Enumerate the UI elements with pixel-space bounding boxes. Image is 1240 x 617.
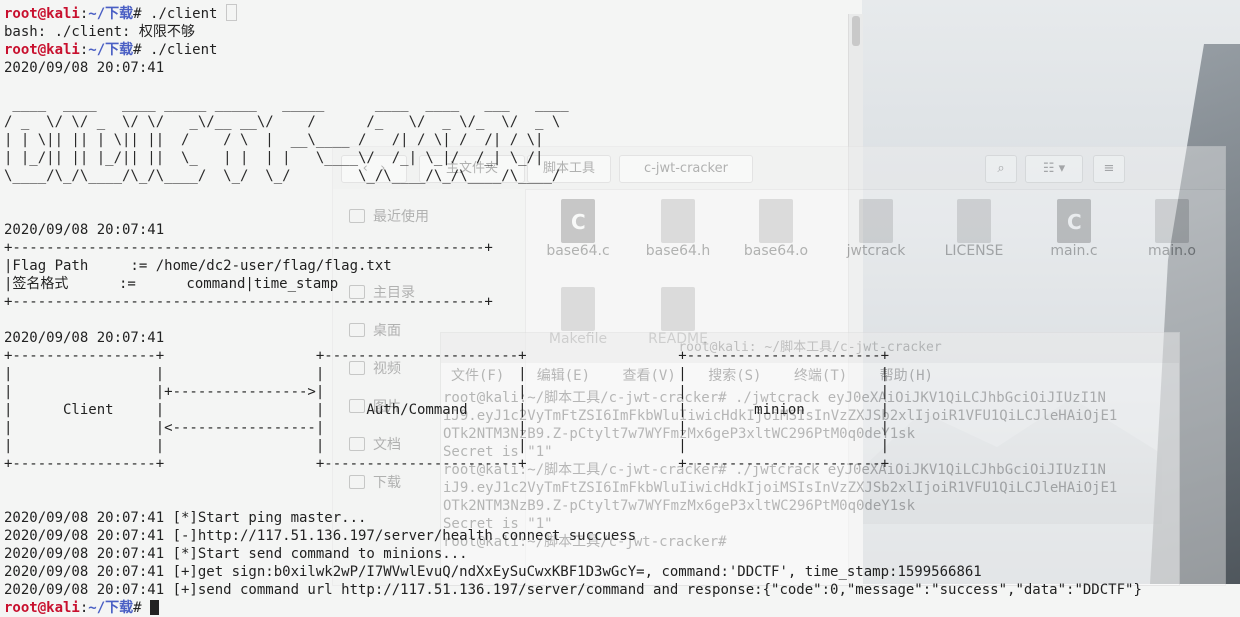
- command-text: ./client: [150, 42, 218, 58]
- ascii-banner-line: ____ ____ ____ _____ _____ _____ ____ __…: [4, 96, 578, 112]
- table-border: +---------------------------------------…: [4, 294, 493, 310]
- ascii-banner-line: | | \|| || | \|| || / / \ | __\____ / /|…: [4, 132, 544, 148]
- log-line: 2020/09/08 20:07:41 [*]Start send comman…: [4, 546, 468, 562]
- prompt-hash: #: [133, 600, 151, 616]
- prompt-user: root@kali: [4, 6, 80, 22]
- diagram-line: | | | | | |: [4, 366, 890, 382]
- log-line: 2020/09/08 20:07:41 [*]Start ping master…: [4, 510, 367, 526]
- diagram-line: | Client | | Auth/Command | | minion |: [4, 402, 890, 418]
- diagram-line: +-----------------+ +-------------------…: [4, 348, 890, 364]
- error-line: bash: ./client: 权限不够: [4, 24, 195, 40]
- prompt-user: root@kali: [4, 42, 80, 58]
- log-line: 2020/09/08 20:07:41 [+]get sign:b0xilwk2…: [4, 564, 982, 580]
- flag-path-row: |Flag Path := /home/dc2-user/flag/flag.t…: [4, 258, 392, 274]
- timestamp-line: 2020/09/08 20:07:41: [4, 330, 165, 346]
- prompt-path: ~/下载: [88, 42, 134, 58]
- prompt-sep: :: [79, 600, 89, 616]
- ascii-banner-line: / _ \/ \/ _ \/ \/ _\/__ __\/ / /_ \/ _ \…: [4, 114, 561, 130]
- prompt-line: root@kali:~/下载# ./client: [4, 4, 1142, 23]
- prompt-path: ~/下载: [88, 6, 134, 22]
- diagram-line: | |+---------------->| | | |: [4, 384, 890, 400]
- main-terminal[interactable]: root@kali:~/下载# ./client bash: ./client:…: [4, 4, 1142, 617]
- sign-format-row: |签名格式 := command|time_stamp: [4, 276, 339, 292]
- ascii-banner-line: \____/\_/\____/\_/\____/ \_/ \_/ \_/\___…: [4, 168, 561, 184]
- timestamp-line: 2020/09/08 20:07:41: [4, 60, 165, 76]
- table-border: +---------------------------------------…: [4, 240, 493, 256]
- prompt-user: root@kali: [4, 600, 80, 616]
- log-line: 2020/09/08 20:07:41 [-]http://117.51.136…: [4, 528, 637, 544]
- diagram-line: | |<-----------------| | | |: [4, 420, 890, 436]
- cursor-icon: [225, 4, 237, 21]
- object-file-icon: [1155, 199, 1189, 243]
- prompt-line: root@kali:~/下载#: [4, 599, 1142, 617]
- diagram-line: | | | | | |: [4, 438, 890, 454]
- cursor-icon: [150, 600, 160, 615]
- prompt-line: root@kali:~/下载# ./client: [4, 41, 1142, 59]
- prompt-path: ~/下载: [88, 600, 134, 616]
- diagram-line: +-----------------+ +-------------------…: [4, 456, 890, 472]
- ascii-banner-line: | |_/|| || |_/|| || \_ | | | | \____\/ /…: [4, 150, 544, 166]
- timestamp-line: 2020/09/08 20:07:41: [4, 222, 165, 238]
- prompt-hash: #: [133, 42, 151, 58]
- command-text: ./client: [150, 6, 218, 22]
- prompt-hash: #: [133, 6, 151, 22]
